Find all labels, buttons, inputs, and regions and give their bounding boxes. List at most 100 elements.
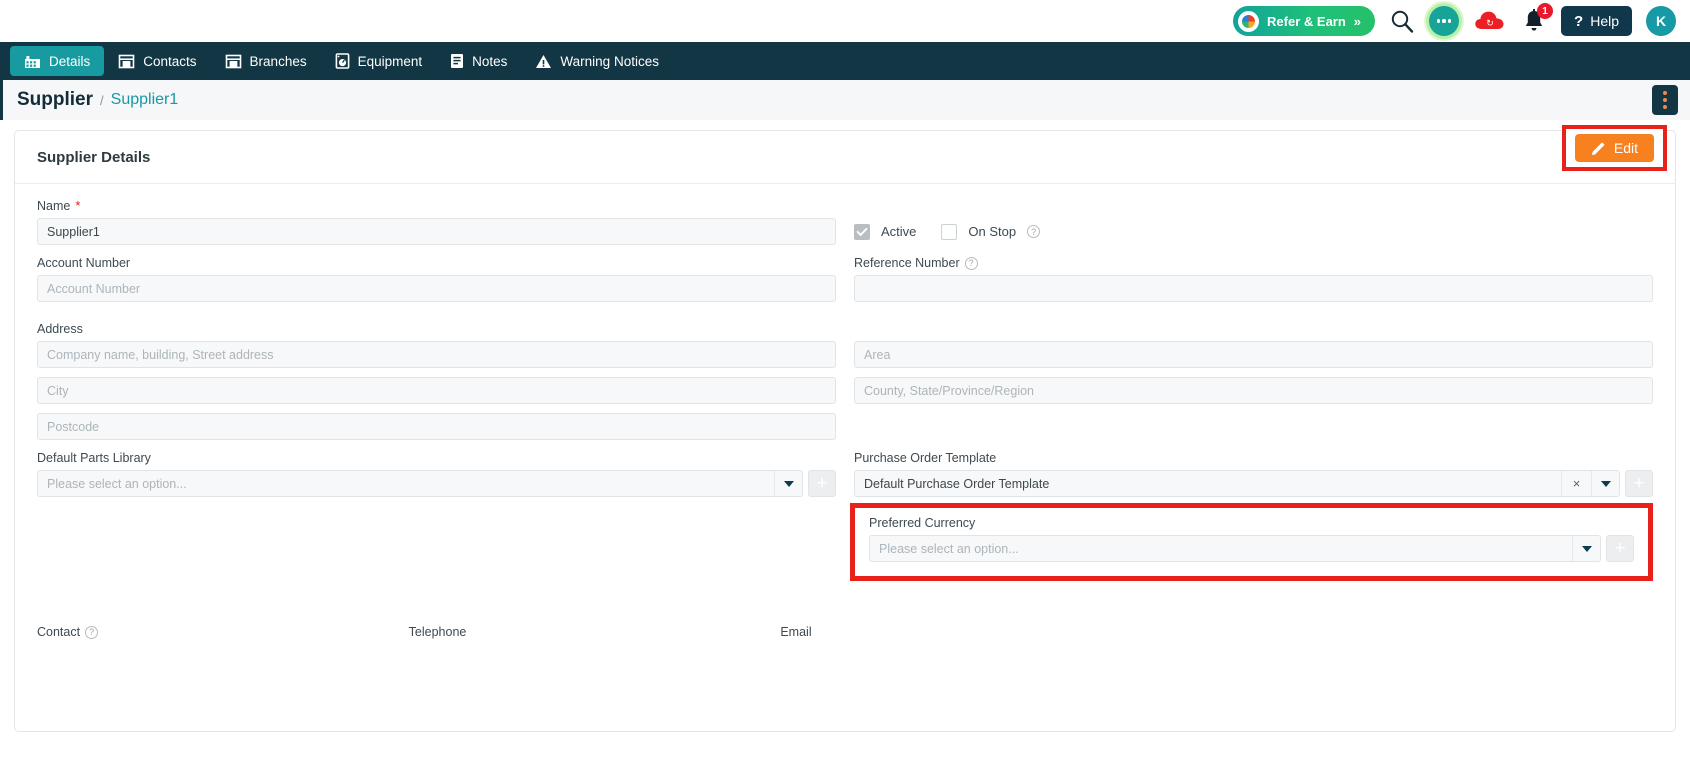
name-field-group: Name * Supplier1 [37, 198, 836, 245]
tab-label: Contacts [143, 53, 197, 69]
address-row-3: Postcode [37, 413, 1653, 440]
active-checkbox[interactable] [854, 223, 870, 240]
default-parts-library-label: Default Parts Library [37, 451, 151, 465]
contact-help-icon[interactable]: ? [85, 625, 99, 639]
card-header: Supplier Details Edit [15, 125, 1675, 184]
question-mark-icon: ? [1574, 12, 1584, 30]
chat-bubble-icon[interactable] [1429, 6, 1460, 36]
address-area-input[interactable]: Area [854, 341, 1653, 368]
reference-number-label-text: Reference Number [854, 256, 960, 270]
purchase-order-template-select[interactable]: Default Purchase Order Template × [854, 470, 1620, 497]
notification-bell-icon[interactable]: 1 [1521, 3, 1554, 35]
tab-label: Branches [249, 53, 307, 69]
on-stop-help-icon[interactable]: ? [1027, 225, 1041, 238]
supplier-details-form: Name * Supplier1 Active On Stop ? Accoun… [15, 184, 1675, 581]
address-county-group: County, State/Province/Region [854, 377, 1653, 404]
add-parts-library-button[interactable]: + [808, 470, 836, 497]
preferred-currency-select-group: Please select an option... + [869, 535, 1634, 562]
tab-notes[interactable]: Notes [436, 46, 521, 76]
address-row-2: City County, State/Province/Region [37, 377, 1653, 404]
edit-button-highlight: Edit [1561, 125, 1667, 171]
tab-warning-notices[interactable]: Warning Notices [521, 46, 673, 76]
more-actions-menu-button[interactable] [1652, 85, 1678, 115]
default-parts-library-select-group: Please select an option... + [37, 470, 836, 497]
address-area-group: Area [854, 322, 1653, 368]
email-label: Email [780, 625, 812, 639]
tab-label: Details [49, 53, 91, 69]
edit-button[interactable]: Edit [1574, 134, 1654, 162]
status-checkboxes: Active On Stop ? [854, 217, 1653, 244]
primary-tab-bar: Details Contacts Branches Equipment Note… [0, 42, 1690, 80]
tab-details[interactable]: Details [10, 46, 105, 76]
name-input[interactable]: Supplier1 [37, 218, 836, 245]
reference-number-label: Reference Number ? [854, 256, 1653, 270]
clear-icon[interactable]: × [1561, 471, 1591, 496]
address-postcode-placeholder: Postcode [47, 419, 100, 434]
address-county-input[interactable]: County, State/Province/Region [854, 377, 1653, 404]
library-template-row: Default Parts Library Please select an o… [37, 451, 1653, 581]
address-city-group: City [37, 377, 836, 404]
purchase-order-template-value: Default Purchase Order Template [864, 476, 1050, 491]
address-area-placeholder: Area [864, 347, 891, 362]
reference-number-help-icon[interactable]: ? [964, 256, 978, 270]
contact-column: Contact ? [37, 625, 409, 639]
tab-equipment[interactable]: Equipment [321, 46, 437, 76]
chevron-down-icon[interactable] [774, 471, 802, 496]
default-parts-library-select[interactable]: Please select an option... [37, 470, 803, 497]
purchase-order-template-label: Purchase Order Template [854, 451, 997, 465]
refer-and-earn-label: Refer & Earn [1267, 13, 1346, 29]
address-postcode-input[interactable]: Postcode [37, 413, 836, 440]
email-column: Email [780, 625, 1653, 639]
avatar[interactable]: K [1646, 6, 1676, 36]
supplier-details-card: Supplier Details Edit Name * Supplier1 A… [14, 125, 1676, 732]
address-postcode-group: Postcode [37, 413, 836, 440]
preferred-currency-label: Preferred Currency [869, 516, 976, 530]
chevron-down-icon[interactable] [1591, 471, 1619, 496]
breadcrumb-supplier-link[interactable]: Supplier1 [111, 91, 179, 109]
account-number-label: Account Number [37, 256, 131, 270]
address-row-1: Address Company name, building, Street a… [37, 322, 1653, 368]
cloud-sync-icon[interactable]: ↻ [1473, 8, 1507, 34]
address-street-placeholder: Company name, building, Street address [47, 347, 274, 362]
add-purchase-order-template-button[interactable]: + [1625, 470, 1653, 497]
telephone-column: Telephone [409, 625, 781, 639]
reference-number-group: Reference Number ? [854, 256, 1653, 302]
name-label-text: Name [37, 198, 71, 213]
help-button[interactable]: ? Help [1561, 6, 1632, 36]
address-city-input[interactable]: City [37, 377, 836, 404]
tab-label: Warning Notices [560, 53, 659, 69]
factory-icon [25, 55, 40, 68]
name-label: Name * [37, 198, 836, 213]
address-city-placeholder: City [47, 383, 69, 398]
account-number-group: Account Number Account Number [37, 256, 836, 302]
name-row: Name * Supplier1 Active On Stop ? [37, 198, 1653, 245]
default-parts-library-value: Please select an option... [47, 476, 187, 491]
purchase-order-template-select-group: Default Purchase Order Template × + [854, 470, 1653, 497]
pencil-icon [1591, 141, 1605, 155]
reference-number-input[interactable] [854, 275, 1653, 302]
purchase-order-template-group: Purchase Order Template Default Purchase… [850, 451, 1653, 581]
contact-details-header-row: Contact ? Telephone Email [15, 625, 1675, 639]
preferred-currency-select[interactable]: Please select an option... [869, 535, 1601, 562]
tab-contacts[interactable]: Contacts [104, 46, 210, 76]
document-lines-icon [451, 54, 464, 68]
preferred-currency-highlight: Preferred Currency Please select an opti… [850, 503, 1653, 581]
top-utility-bar: Refer & Earn » ↻ 1 ? Help K [0, 0, 1690, 42]
page-title: Supplier [17, 89, 94, 110]
chevron-down-icon[interactable] [1572, 536, 1600, 561]
address-street-group: Address Company name, building, Street a… [37, 322, 836, 368]
address-street-input[interactable]: Company name, building, Street address [37, 341, 836, 368]
search-icon[interactable] [1389, 8, 1415, 34]
refer-and-earn-button[interactable]: Refer & Earn » [1233, 6, 1376, 36]
notification-badge: 1 [1537, 3, 1554, 19]
page-body: Supplier Details Edit Name * Supplier1 A… [0, 120, 1690, 732]
address-row3-empty [854, 413, 1653, 440]
tab-branches[interactable]: Branches [211, 46, 321, 76]
washing-machine-icon [335, 53, 349, 69]
account-number-input[interactable]: Account Number [37, 275, 836, 302]
name-value: Supplier1 [47, 224, 100, 239]
add-currency-button[interactable]: + [1606, 535, 1634, 562]
on-stop-checkbox[interactable] [941, 223, 958, 240]
card-title: Supplier Details [37, 148, 151, 166]
refer-logo-icon [1238, 10, 1260, 32]
